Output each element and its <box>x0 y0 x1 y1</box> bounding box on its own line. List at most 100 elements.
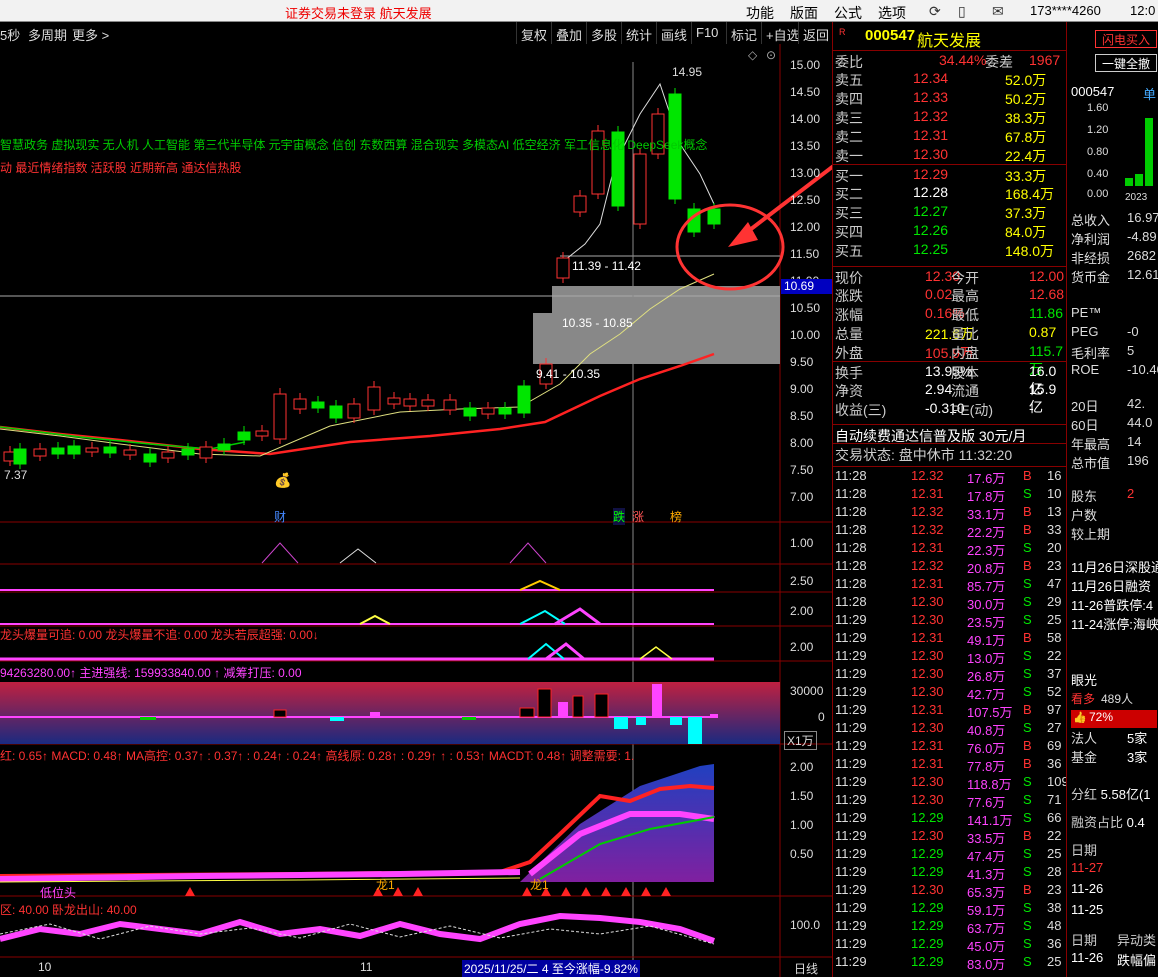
orderbook-row[interactable]: 卖三 12.32 38.3万 <box>833 107 1067 126</box>
tick-row: 11:29 12.30 42.7万 S 52 <box>833 683 1067 702</box>
window-icon[interactable]: ▯ <box>958 3 966 20</box>
f10-button[interactable]: F10 <box>691 22 722 44</box>
f10-row[interactable]: 法人 5家 <box>1071 728 1158 747</box>
menu-layout[interactable]: 版面 <box>790 3 818 23</box>
event-zhang[interactable]: 涨 <box>632 508 644 525</box>
tick-count: 27 <box>1047 720 1062 735</box>
f10-row[interactable]: 股东 2 <box>1071 486 1158 505</box>
candle <box>51 447 65 455</box>
overlay-button[interactable]: 叠加 <box>551 22 586 44</box>
f10-row[interactable]: PEG -0 <box>1071 324 1158 339</box>
account-id[interactable]: 173****4260 <box>1030 3 1101 18</box>
hot-tags[interactable]: 动 最近情绪指数 活跃股 近期新高 通达信热股 <box>0 159 241 176</box>
tick-count: 58 <box>1047 630 1062 645</box>
candle <box>273 393 287 440</box>
period-label[interactable]: 5秒 <box>0 25 20 44</box>
news-item[interactable]: 11-24涨停:海峡 <box>1071 614 1158 633</box>
f10-row[interactable]: 总市值 196 <box>1071 453 1158 472</box>
candle <box>85 447 99 453</box>
f10-row[interactable]: 净利润 -4.89 <box>1071 229 1158 248</box>
f10-row[interactable]: 毛利率 5 <box>1071 343 1158 362</box>
event-bang[interactable]: 榜 <box>670 508 682 525</box>
refresh-icon[interactable]: ⟳ <box>929 3 941 20</box>
orderbook-row[interactable]: 卖一 12.30 22.4万 <box>833 145 1067 164</box>
tick-side: B <box>1023 630 1032 645</box>
stat-label: 涨跌 <box>835 288 863 304</box>
f10-row[interactable]: 年最高 14 <box>1071 434 1158 453</box>
orderbook-row[interactable]: 买四 12.26 84.0万 <box>833 221 1067 240</box>
level-label: 买三 <box>835 205 863 221</box>
cancel-all-button[interactable]: 一键全撤 <box>1095 54 1157 72</box>
tick-price: 12.31 <box>911 756 944 771</box>
stat-label: 最高 <box>951 288 979 304</box>
orderbook-row[interactable]: 买五 12.25 148.0万 <box>833 240 1067 259</box>
news-item[interactable]: 11月26日融资 <box>1071 576 1151 595</box>
orderbook-row[interactable]: 卖二 12.31 67.8万 <box>833 126 1067 145</box>
price-tick: 13.50 <box>790 139 821 153</box>
f10-row[interactable]: 60日 44.0 <box>1071 415 1158 434</box>
multi-period-button[interactable]: 多周期 <box>28 25 67 44</box>
f10-row[interactable]: 非经损 2682 <box>1071 248 1158 267</box>
tick-row: 11:29 12.29 59.1万 S 38 <box>833 899 1067 918</box>
diamond-icon[interactable]: ◇ <box>748 48 757 62</box>
menu-options[interactable]: 选项 <box>878 3 906 23</box>
candle <box>237 431 251 441</box>
f10-row[interactable]: ROE-10.40 <box>1071 362 1158 377</box>
f10-row[interactable]: 户数 <box>1071 505 1158 524</box>
event-cai[interactable]: 财 <box>274 508 286 525</box>
fuquan-button[interactable]: 复权 <box>516 22 551 44</box>
tick-row: 11:28 12.32 22.2万 B 33 <box>833 521 1067 540</box>
kline-chart-area[interactable]: 15.00 14.50 14.00 13.50 13.00 12.50 12.0… <box>0 44 832 977</box>
signal-arrow <box>641 887 651 896</box>
mark-button[interactable]: 标记 <box>726 22 761 44</box>
f10-row[interactable]: 较上期 <box>1071 524 1158 543</box>
period-daily-button[interactable]: 日线 <box>794 960 818 977</box>
level-price: 12.30 <box>913 146 949 162</box>
far-tag[interactable]: 单 <box>1143 84 1156 103</box>
f10-row[interactable]: PE™ <box>1071 305 1158 320</box>
f10-row[interactable]: 总收入 16.97 <box>1071 210 1158 229</box>
f10-row[interactable]: 基金 3家 <box>1071 747 1158 766</box>
tick-time: 11:29 <box>835 828 867 843</box>
orderbook-row[interactable]: 买三 12.27 37.3万 <box>833 202 1067 221</box>
orderbook-row[interactable]: 卖四 12.33 50.2万 <box>833 88 1067 107</box>
event-die[interactable]: 跌 <box>613 508 626 525</box>
back-button[interactable]: 返回 <box>798 22 833 44</box>
anomaly-header: 日期 异动类 <box>1071 933 1157 948</box>
candle <box>347 403 361 419</box>
orderbook-row[interactable]: 卖五 12.34 52.0万 <box>833 69 1067 88</box>
news-item[interactable]: 11月26日深股通 <box>1071 557 1158 576</box>
menu-formula[interactable]: 公式 <box>834 3 862 23</box>
date-item[interactable]: 11-25 <box>1071 902 1103 917</box>
tick-time: 11:29 <box>835 900 867 915</box>
draw-button[interactable]: 画线 <box>656 22 691 44</box>
flash-buy-button[interactable]: 闪电买入 <box>1095 30 1157 48</box>
settings-dot-icon[interactable]: ⊙ <box>766 48 776 62</box>
f10-row[interactable]: 货币金 12.61 <box>1071 267 1158 286</box>
orderbook-row[interactable]: 买一 12.29 33.3万 <box>833 164 1067 184</box>
more-button[interactable]: 更多 > <box>72 25 109 44</box>
date-item[interactable]: 11-26 <box>1071 881 1103 896</box>
multistock-button[interactable]: 多股 <box>586 22 621 44</box>
money-bag-icon[interactable]: 💰 <box>274 472 291 489</box>
level-price: 12.26 <box>913 222 949 238</box>
level-price: 12.28 <box>913 184 949 200</box>
date-item[interactable]: 11-27 <box>1071 860 1103 875</box>
news-item[interactable]: 11-26普跌停:4 <box>1071 595 1153 614</box>
menu-function[interactable]: 功能 <box>746 3 774 23</box>
tick-side: B <box>1023 702 1032 717</box>
candle <box>329 405 343 419</box>
x-axis-label: 11 <box>360 960 373 974</box>
f10-row[interactable]: 20日 42. <box>1071 396 1158 415</box>
stats-button[interactable]: 统计 <box>621 22 656 44</box>
candle <box>217 443 231 451</box>
stock-name[interactable]: 航天发展 <box>917 27 981 51</box>
tick-side: B <box>1023 756 1032 771</box>
stat-row: 涨幅 0.16% 最低 11.86 <box>833 304 1067 323</box>
concept-tags[interactable]: 智慧政务 虚拟现实 无人机 人工智能 第三代半导体 元宇宙概念 信创 东数西算 … <box>0 136 707 153</box>
price-tick: 12.50 <box>790 193 821 207</box>
mail-icon[interactable]: ✉ <box>992 3 1004 20</box>
stock-code[interactable]: 000547 <box>865 27 915 44</box>
orderbook-row[interactable]: 买二 12.28 168.4万 <box>833 183 1067 202</box>
stat-label: 最低 <box>951 307 979 323</box>
